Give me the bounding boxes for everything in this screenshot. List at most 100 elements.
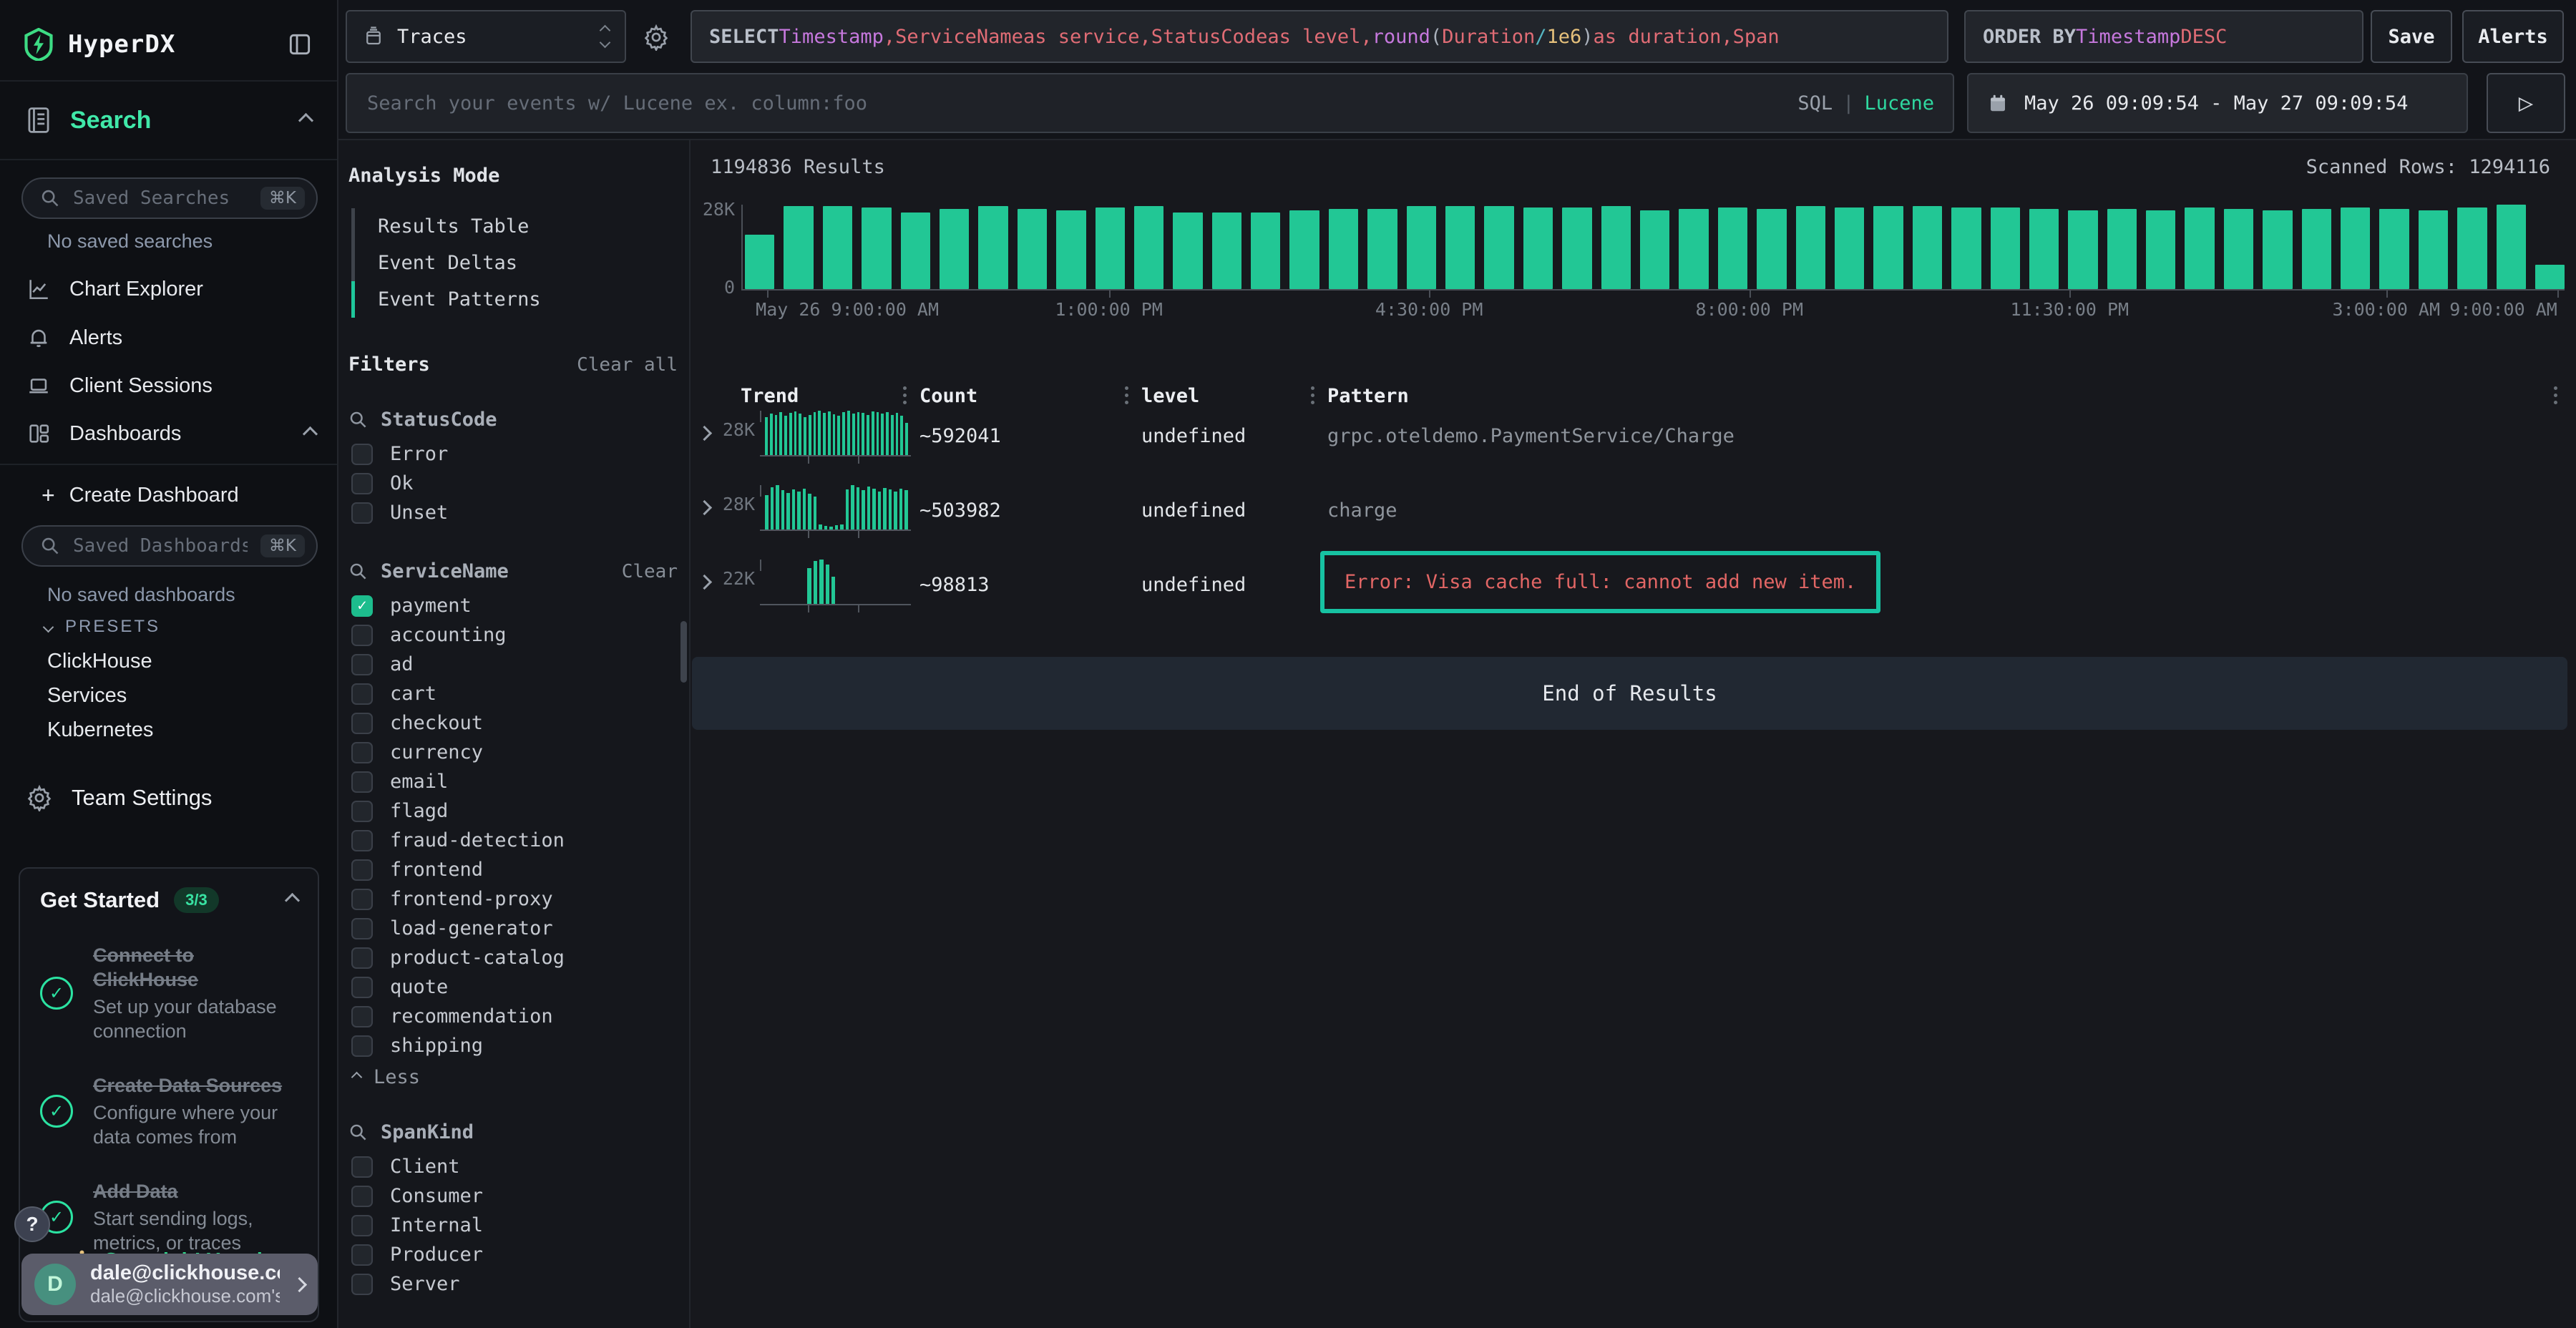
search-icon[interactable] <box>348 1123 368 1142</box>
filter-option-payment[interactable]: ✓payment <box>348 591 678 620</box>
language-lucene[interactable]: Lucene <box>1864 92 1934 114</box>
sidebar-section-search[interactable]: Search <box>0 80 337 160</box>
get-started-header[interactable]: Get Started 3/3 <box>40 887 298 913</box>
filter-option-Ok[interactable]: Ok <box>348 469 678 498</box>
saved-searches-input[interactable]: ⌘K <box>21 177 318 219</box>
language-sql[interactable]: SQL <box>1797 92 1833 114</box>
filter-option-Internal[interactable]: Internal <box>348 1211 678 1240</box>
checkbox[interactable] <box>351 947 373 969</box>
results-histogram[interactable]: 28K 0 May 26 9:00:00 AM1:00:00 PM4:30:00… <box>745 205 2565 289</box>
sql-select-editor[interactable]: SELECT Timestamp, ServiceName as service… <box>691 10 1948 63</box>
mode-event-deltas[interactable]: Event Deltas <box>355 245 678 281</box>
clear-group-link[interactable]: Clear <box>622 561 678 582</box>
checkbox[interactable] <box>351 1274 373 1295</box>
checkbox[interactable] <box>351 1006 373 1027</box>
checkbox[interactable] <box>351 830 373 851</box>
user-card[interactable]: D dale@clickhouse.com dale@clickhouse.co… <box>21 1254 318 1315</box>
filter-option-shipping[interactable]: shipping <box>348 1031 678 1060</box>
collapse-sidebar-icon[interactable] <box>284 29 316 60</box>
checkbox[interactable] <box>351 1186 373 1207</box>
clear-all-link[interactable]: Clear all <box>577 354 678 376</box>
sidebar-item-alerts[interactable]: Alerts <box>0 316 337 359</box>
checkbox[interactable] <box>351 502 373 524</box>
run-query-button[interactable]: ▷ <box>2487 73 2565 133</box>
filter-option-frontend[interactable]: frontend <box>348 855 678 884</box>
save-button[interactable]: Save <box>2371 10 2452 63</box>
filter-option-flagd[interactable]: flagd <box>348 796 678 826</box>
saved-dashboards-field[interactable] <box>72 534 249 557</box>
filter-option-accounting[interactable]: accounting <box>348 620 678 650</box>
order-by-editor[interactable]: ORDER BY Timestamp DESC <box>1964 10 2363 63</box>
mode-results-table[interactable]: Results Table <box>355 208 678 245</box>
checkbox[interactable] <box>351 654 373 675</box>
pattern-row[interactable]: 28K ~592041 undefined grpc.oteldemo.Paym… <box>691 402 2576 477</box>
chevron-up-icon[interactable] <box>285 892 300 907</box>
pattern-row[interactable]: 22K ~98813 undefined Error: Visa cache f… <box>691 551 2576 625</box>
preset-services[interactable]: Services <box>47 684 127 708</box>
saved-dashboards-input[interactable]: ⌘K <box>21 525 318 567</box>
filter-option-quote[interactable]: quote <box>348 972 678 1002</box>
filter-option-email[interactable]: email <box>348 767 678 796</box>
show-less-link[interactable]: Less <box>348 1066 678 1088</box>
preset-clickhouse[interactable]: ClickHouse <box>47 650 152 673</box>
filter-option-Consumer[interactable]: Consumer <box>348 1181 678 1211</box>
search-icon[interactable] <box>348 410 368 429</box>
pattern-row[interactable]: 28K ~503982 undefined charge <box>691 477 2576 551</box>
checkbox[interactable] <box>351 742 373 763</box>
checkbox[interactable] <box>351 859 373 881</box>
chevron-up-icon[interactable] <box>303 426 318 441</box>
checkbox[interactable] <box>351 473 373 494</box>
create-dashboard-button[interactable]: + Create Dashboard <box>0 474 337 517</box>
checkbox[interactable] <box>351 713 373 734</box>
event-search-bar[interactable]: SQL|Lucene <box>346 73 1954 133</box>
team-settings-button[interactable]: Team Settings <box>26 784 212 811</box>
get-started-item[interactable]: ✓ Add Data Start sending logs, metrics, … <box>40 1179 298 1255</box>
checkbox[interactable] <box>351 444 373 465</box>
filter-option-Producer[interactable]: Producer <box>348 1240 678 1269</box>
event-search-input[interactable] <box>366 92 1783 115</box>
filter-option-cart[interactable]: cart <box>348 679 678 708</box>
checkbox[interactable] <box>351 683 373 705</box>
sidebar-item-chart-explorer[interactable]: Chart Explorer <box>0 268 337 311</box>
sidebar-item-dashboards[interactable]: Dashboards <box>0 412 337 455</box>
checkbox-checked[interactable]: ✓ <box>351 595 373 617</box>
get-started-item[interactable]: ✓ Create Data Sources Configure where yo… <box>40 1073 298 1149</box>
alerts-button[interactable]: Alerts <box>2462 10 2564 63</box>
filter-option-fraud-detection[interactable]: fraud-detection <box>348 826 678 855</box>
checkbox[interactable] <box>351 918 373 939</box>
filter-option-ad[interactable]: ad <box>348 650 678 679</box>
filter-option-frontend-proxy[interactable]: frontend-proxy <box>348 884 678 914</box>
mode-event-patterns[interactable]: Event Patterns <box>355 281 678 318</box>
checkbox[interactable] <box>351 625 373 646</box>
preset-kubernetes[interactable]: Kubernetes <box>47 718 153 742</box>
chevron-up-icon[interactable] <box>298 112 313 127</box>
filter-option-Error[interactable]: Error <box>348 439 678 469</box>
expand-row-icon[interactable] <box>697 426 712 441</box>
pattern-cell[interactable]: charge <box>1327 499 1397 522</box>
filter-option-product-catalog[interactable]: product-catalog <box>348 943 678 972</box>
filter-option-Client[interactable]: Client <box>348 1152 678 1181</box>
source-settings-gear-icon[interactable] <box>639 20 673 54</box>
filter-option-recommendation[interactable]: recommendation <box>348 1002 678 1031</box>
expand-row-icon[interactable] <box>697 500 712 515</box>
presets-toggle[interactable]: PRESETS <box>44 617 160 637</box>
highlighted-pattern-box[interactable]: Error: Visa cache full: cannot add new i… <box>1320 551 1880 613</box>
filter-option-load-generator[interactable]: load-generator <box>348 914 678 943</box>
sidebar-item-client-sessions[interactable]: Client Sessions <box>0 364 337 407</box>
checkbox[interactable] <box>351 771 373 793</box>
checkbox[interactable] <box>351 1156 373 1178</box>
pattern-cell[interactable]: grpc.oteldemo.PaymentService/Charge <box>1327 425 1735 447</box>
search-icon[interactable] <box>348 562 368 581</box>
expand-row-icon[interactable] <box>697 575 712 590</box>
checkbox[interactable] <box>351 977 373 998</box>
filter-option-currency[interactable]: currency <box>348 738 678 767</box>
filter-option-Unset[interactable]: Unset <box>348 498 678 527</box>
help-button[interactable]: ? <box>14 1206 50 1242</box>
checkbox[interactable] <box>351 889 373 910</box>
checkbox[interactable] <box>351 1244 373 1266</box>
checkbox[interactable] <box>351 801 373 822</box>
language-toggle[interactable]: SQL|Lucene <box>1797 92 1934 114</box>
checkbox[interactable] <box>351 1215 373 1236</box>
source-select[interactable]: Traces <box>346 10 626 63</box>
checkbox[interactable] <box>351 1035 373 1057</box>
